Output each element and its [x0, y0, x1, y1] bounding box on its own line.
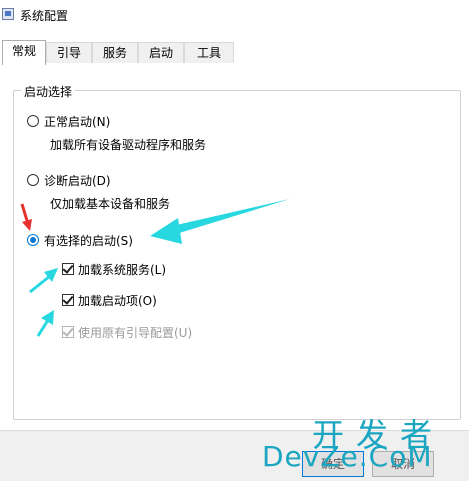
normal-startup-radio[interactable] [27, 115, 39, 127]
diagnostic-startup-label[interactable]: 诊断启动(D) [44, 172, 111, 189]
checkmark-icon [62, 262, 74, 274]
window-title: 系统配置 [20, 9, 69, 23]
use-original-boot-config-checkbox [62, 325, 74, 338]
tab-bar: 常规 引导 服务 启动 工具 [0, 40, 469, 65]
general-tab-panel: 启动选择 正常启动(N) 加载所有设备驱动程序和服务 诊断启动(D) 仅加载基本… [0, 64, 469, 430]
tab-services[interactable]: 服务 [92, 42, 138, 63]
selective-startup-radio[interactable] [27, 234, 39, 246]
tab-tools[interactable]: 工具 [184, 42, 234, 63]
checkmark-icon [62, 293, 74, 305]
system-config-icon [2, 8, 14, 20]
load-startup-items-label[interactable]: 加载启动项(O) [78, 292, 157, 309]
checkmark-icon [62, 325, 74, 337]
diagnostic-startup-radio[interactable] [27, 174, 39, 186]
tab-startup[interactable]: 启动 [138, 42, 184, 63]
load-system-services-label[interactable]: 加载系统服务(L) [78, 261, 166, 278]
load-startup-items-checkbox[interactable] [62, 293, 74, 306]
tab-boot[interactable]: 引导 [46, 42, 92, 63]
normal-startup-label[interactable]: 正常启动(N) [44, 113, 110, 130]
tab-general[interactable]: 常规 [2, 40, 46, 65]
load-system-services-checkbox[interactable] [62, 262, 74, 275]
diagnostic-startup-description: 仅加载基本设备和服务 [50, 197, 171, 211]
watermark-english: DevZe.CoM [262, 440, 433, 473]
title-bar: 系统配置 [0, 0, 469, 34]
normal-startup-description: 加载所有设备驱动程序和服务 [50, 138, 207, 152]
use-original-boot-config-label: 使用原有引导配置(U) [78, 326, 193, 340]
startup-selection-legend: 启动选择 [21, 83, 76, 100]
selective-startup-label[interactable]: 有选择的启动(S) [44, 232, 133, 249]
